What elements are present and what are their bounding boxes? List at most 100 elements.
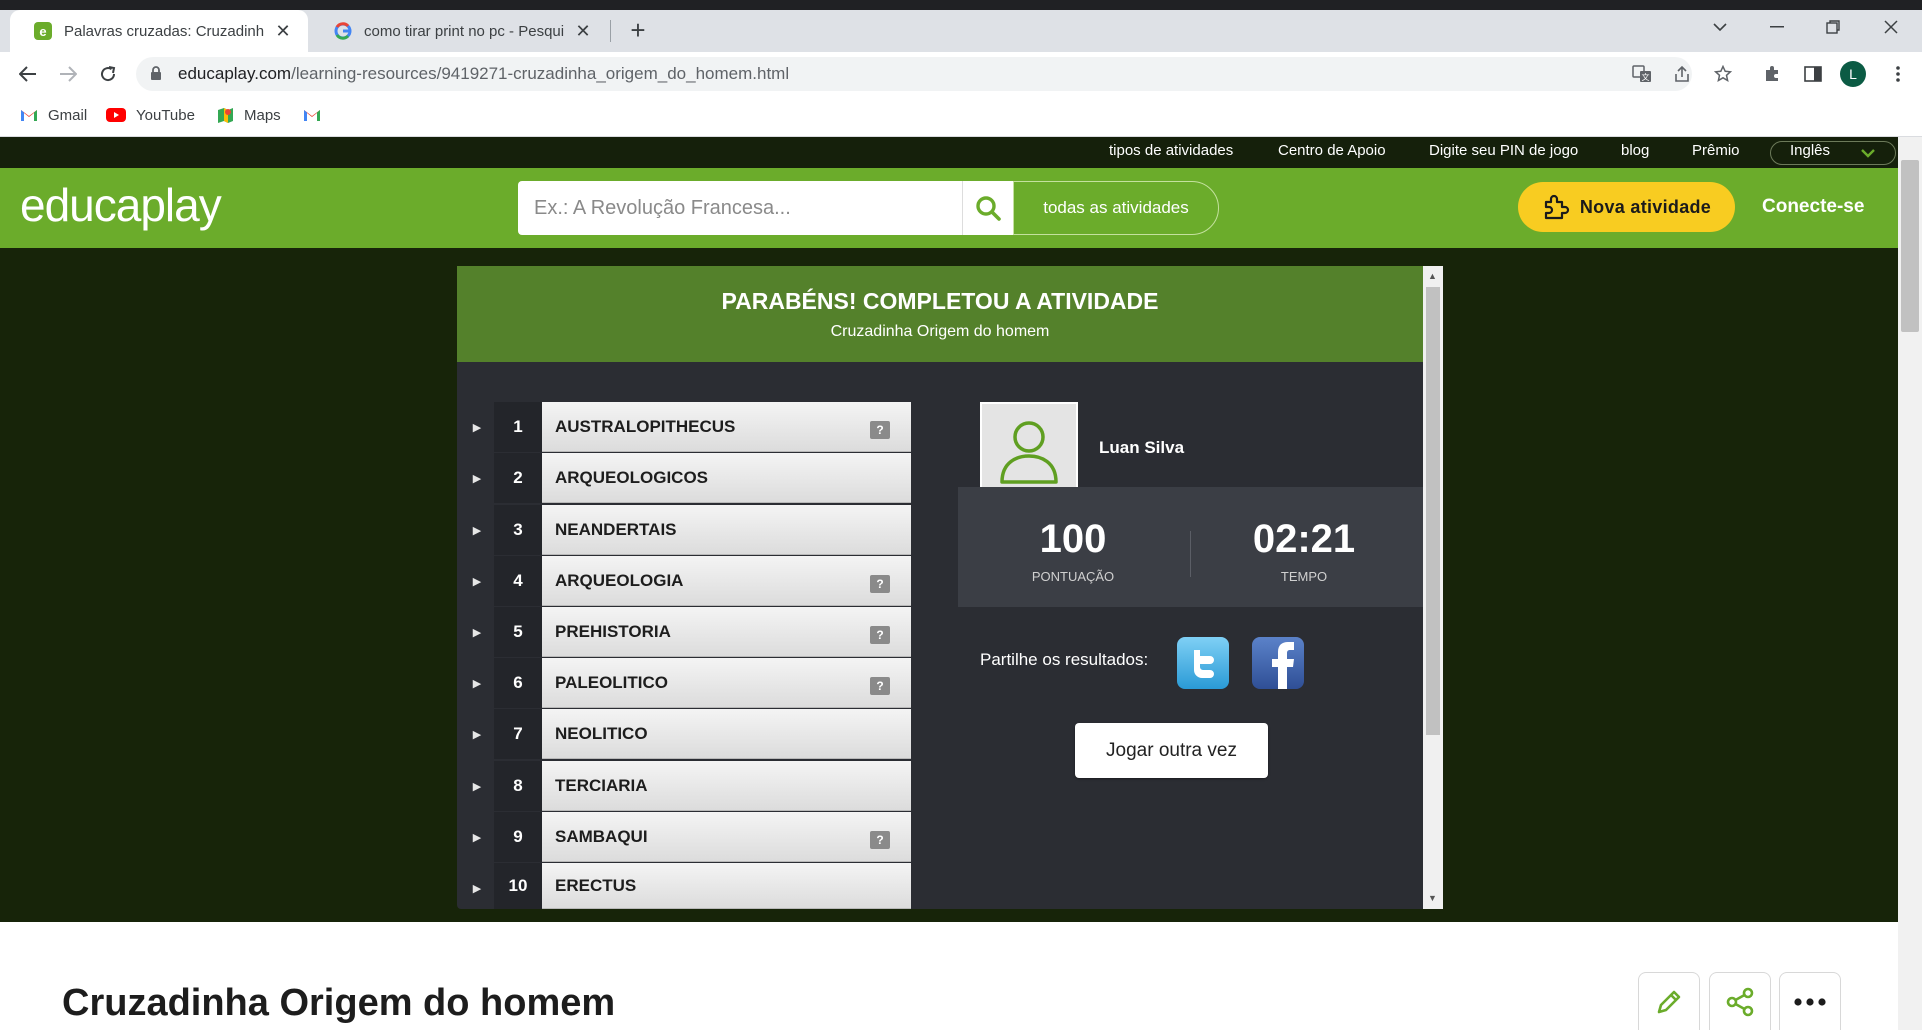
edit-button[interactable] xyxy=(1638,972,1700,1030)
filter-label: todas as atividades xyxy=(1043,198,1189,217)
bookmark-label: Maps xyxy=(244,106,281,124)
activity-filter-button[interactable]: todas as atividades xyxy=(1013,181,1219,235)
close-window-icon[interactable] xyxy=(1866,10,1916,44)
answer-number: 10 xyxy=(494,863,542,909)
bookmark-star-icon[interactable] xyxy=(1705,57,1741,91)
expand-arrow-icon[interactable]: ▶ xyxy=(470,421,484,434)
expand-arrow-icon[interactable]: ▶ xyxy=(470,524,484,537)
panel-scroll-down-icon[interactable]: ▼ xyxy=(1428,893,1437,903)
menu-kebab-icon[interactable] xyxy=(1880,57,1916,91)
educaplay-logo[interactable]: educaplay xyxy=(20,178,222,232)
bookmark-label: Gmail xyxy=(48,106,88,124)
nav-link-activity-types[interactable]: tipos de atividades xyxy=(1109,142,1233,159)
user-icon xyxy=(1000,421,1058,484)
translate-icon[interactable]: 文 xyxy=(1624,57,1660,91)
gmail-icon xyxy=(21,110,37,121)
side-panel-icon[interactable] xyxy=(1795,57,1831,91)
hint-icon[interactable]: ? xyxy=(870,677,890,695)
tab-title: Palavras cruzadas: Cruzadinha Origem do … xyxy=(64,22,264,40)
extensions-icon[interactable] xyxy=(1754,57,1790,91)
answer-word[interactable]: ARQUEOLOGICOS xyxy=(542,453,911,503)
time-label: TEMPO xyxy=(1280,569,1328,584)
share-button[interactable] xyxy=(1709,972,1771,1030)
nav-link-blog[interactable]: blog xyxy=(1621,142,1649,159)
expand-arrow-icon[interactable]: ▶ xyxy=(470,575,484,588)
answer-word[interactable]: TERCIARIA xyxy=(542,761,911,811)
lock-icon[interactable] xyxy=(150,66,162,86)
forward-icon[interactable] xyxy=(50,52,86,96)
panel-scrollbar-thumb[interactable] xyxy=(1426,287,1440,735)
nav-link-help-center[interactable]: Centro de Apoio xyxy=(1278,142,1386,159)
answer-word[interactable]: PALEOLITICO xyxy=(542,658,911,708)
answer-word[interactable]: ARQUEOLOGIA xyxy=(542,556,911,606)
tab-inactive[interactable]: como tirar print no pc - Pesquisa Google… xyxy=(310,10,608,52)
result-subtitle: Cruzadinha Origem do homem xyxy=(830,323,1050,340)
answer-number: 3 xyxy=(494,505,542,555)
bookmark-gmail[interactable]: Gmail xyxy=(20,104,87,126)
expand-arrow-icon[interactable]: ▶ xyxy=(470,780,484,793)
login-link[interactable]: Conecte-se xyxy=(1762,196,1864,218)
hint-icon[interactable]: ? xyxy=(870,575,890,593)
reload-icon[interactable] xyxy=(90,52,126,96)
page-title: Cruzadinha Origem do homem xyxy=(62,982,616,1024)
expand-arrow-icon[interactable]: ▶ xyxy=(470,728,484,741)
share-page-icon[interactable] xyxy=(1664,57,1700,91)
tab-close-icon[interactable]: ✕ xyxy=(572,21,594,42)
url-host: educaplay.com xyxy=(178,64,292,83)
new-activity-button[interactable]: Nova atividade xyxy=(1518,182,1735,232)
expand-arrow-icon[interactable]: ▶ xyxy=(470,472,484,485)
bookmark-gmail-2[interactable] xyxy=(303,104,331,126)
tab-close-icon[interactable]: ✕ xyxy=(272,21,294,42)
answer-word[interactable]: SAMBAQUI xyxy=(542,812,911,862)
minimize-icon[interactable] xyxy=(1752,10,1802,44)
facebook-share-button[interactable] xyxy=(1252,637,1304,689)
language-label: Inglês xyxy=(1790,142,1831,159)
tab-search-icon[interactable] xyxy=(1695,10,1745,44)
expand-arrow-icon[interactable]: ▶ xyxy=(470,882,484,895)
puzzle-icon xyxy=(1544,194,1569,220)
expand-arrow-icon[interactable]: ▶ xyxy=(470,831,484,844)
result-title: PARABÉNS! COMPLETOU A ATIVIDADE xyxy=(721,288,1159,314)
bookmark-maps[interactable]: Maps xyxy=(216,104,281,126)
search-icon xyxy=(976,196,1001,221)
answer-word[interactable]: NEANDERTAIS xyxy=(542,505,911,555)
more-dots-icon xyxy=(1794,997,1826,1006)
back-icon[interactable] xyxy=(10,52,46,96)
nav-link-award[interactable]: Prêmio xyxy=(1692,142,1740,159)
search-button[interactable] xyxy=(962,181,1013,235)
language-select[interactable] xyxy=(1770,141,1896,165)
score-value: 100 xyxy=(1039,517,1107,561)
more-options-button[interactable] xyxy=(1779,972,1841,1030)
answer-word[interactable]: NEOLITICO xyxy=(542,709,911,759)
play-again-button[interactable]: Jogar outra vez xyxy=(1075,723,1268,778)
profile-avatar[interactable]: L xyxy=(1840,61,1866,87)
new-tab-icon[interactable]: + xyxy=(622,14,654,46)
share-icon xyxy=(1726,987,1754,1016)
hint-icon[interactable]: ? xyxy=(870,421,890,439)
site-top-nav xyxy=(0,137,1898,168)
hint-icon[interactable]: ? xyxy=(870,831,890,849)
answer-word[interactable]: ERECTUS xyxy=(542,863,911,909)
browser-chrome: e Palavras cruzadas: Cruzadinha Origem d… xyxy=(0,0,1922,137)
tab-divider xyxy=(610,20,611,42)
bookmark-youtube[interactable]: YouTube xyxy=(106,104,195,126)
twitter-share-button[interactable] xyxy=(1177,637,1229,689)
youtube-icon xyxy=(106,108,126,122)
expand-arrow-icon[interactable]: ▶ xyxy=(470,626,484,639)
restore-icon[interactable] xyxy=(1808,10,1858,44)
answer-number: 9 xyxy=(494,812,542,862)
bookmarks-bar xyxy=(0,96,1922,137)
search-input[interactable] xyxy=(518,181,962,235)
score-label: PONTUAÇÃO xyxy=(1031,569,1115,584)
answer-word[interactable]: PREHISTORIA xyxy=(542,607,911,657)
url-text: educaplay.com/learning-resources/9419271… xyxy=(178,64,789,84)
expand-arrow-icon[interactable]: ▶ xyxy=(470,677,484,690)
tab-active[interactable]: e Palavras cruzadas: Cruzadinha Origem d… xyxy=(10,10,308,52)
nav-link-game-pin[interactable]: Digite seu PIN de jogo xyxy=(1429,142,1578,159)
panel-scroll-up-icon[interactable]: ▲ xyxy=(1428,271,1437,281)
hint-icon[interactable]: ? xyxy=(870,626,890,644)
new-activity-label: Nova atividade xyxy=(1579,196,1712,217)
answer-word[interactable]: AUSTRALOPITHECUS xyxy=(542,402,911,452)
play-again-label: Jogar outra vez xyxy=(1106,739,1237,761)
page-scrollbar-thumb[interactable] xyxy=(1901,160,1919,332)
